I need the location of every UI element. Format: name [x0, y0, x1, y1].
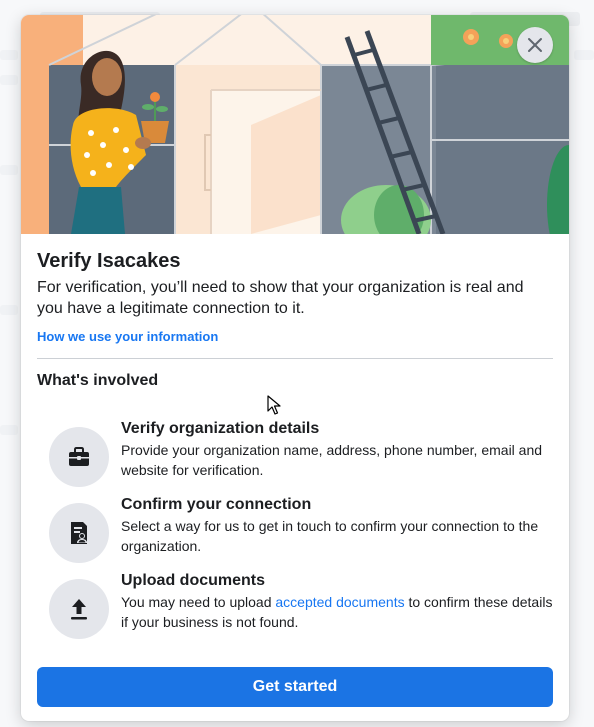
dialog-content: Verify Isacakes For verification, you’ll…: [37, 249, 553, 639]
close-icon: [528, 38, 542, 52]
dialog-title: Verify Isacakes: [37, 250, 181, 272]
step-title: Upload documents: [121, 572, 266, 589]
get-started-button[interactable]: Get started: [37, 667, 553, 707]
step-icon-circle: [49, 503, 109, 563]
divider: [37, 358, 553, 359]
dialog-description: For verification, you’ll need to show th…: [37, 279, 524, 317]
section-title: What's involved: [37, 372, 159, 389]
step-text: Confirm your connection Select a way for…: [121, 495, 553, 556]
document-person-icon: [71, 522, 87, 544]
step-description-text: You may need to upload: [121, 594, 276, 610]
info-link[interactable]: How we use your information: [37, 329, 218, 344]
upload-icon: [71, 599, 87, 620]
step-text: Verify organization details Provide your…: [121, 419, 553, 480]
accepted-documents-link[interactable]: accepted documents: [275, 594, 404, 610]
mouse-cursor-icon: [267, 395, 281, 415]
step-title: Verify organization details: [121, 420, 320, 437]
step-description: Select a way for us to get in touch to c…: [121, 518, 539, 554]
step-icon-circle: [49, 427, 109, 487]
step-description: You may need to upload accepted document…: [121, 592, 553, 632]
close-button[interactable]: [517, 27, 553, 63]
step-icon-circle: [49, 579, 109, 639]
step-confirm-connection: Confirm your connection Select a way for…: [37, 487, 553, 563]
step-description: Provide your organization name, address,…: [121, 442, 543, 478]
step-text: Upload documents You may need to upload …: [121, 571, 553, 632]
step-verify-details: Verify organization details Provide your…: [37, 411, 553, 487]
briefcase-icon: [69, 447, 89, 466]
hero-illustration: [21, 15, 569, 234]
verification-dialog: Verify Isacakes For verification, you’ll…: [21, 15, 569, 721]
step-upload-documents: Upload documents You may need to upload …: [37, 563, 553, 639]
steps-list: Verify organization details Provide your…: [37, 411, 553, 639]
step-title: Confirm your connection: [121, 496, 312, 513]
